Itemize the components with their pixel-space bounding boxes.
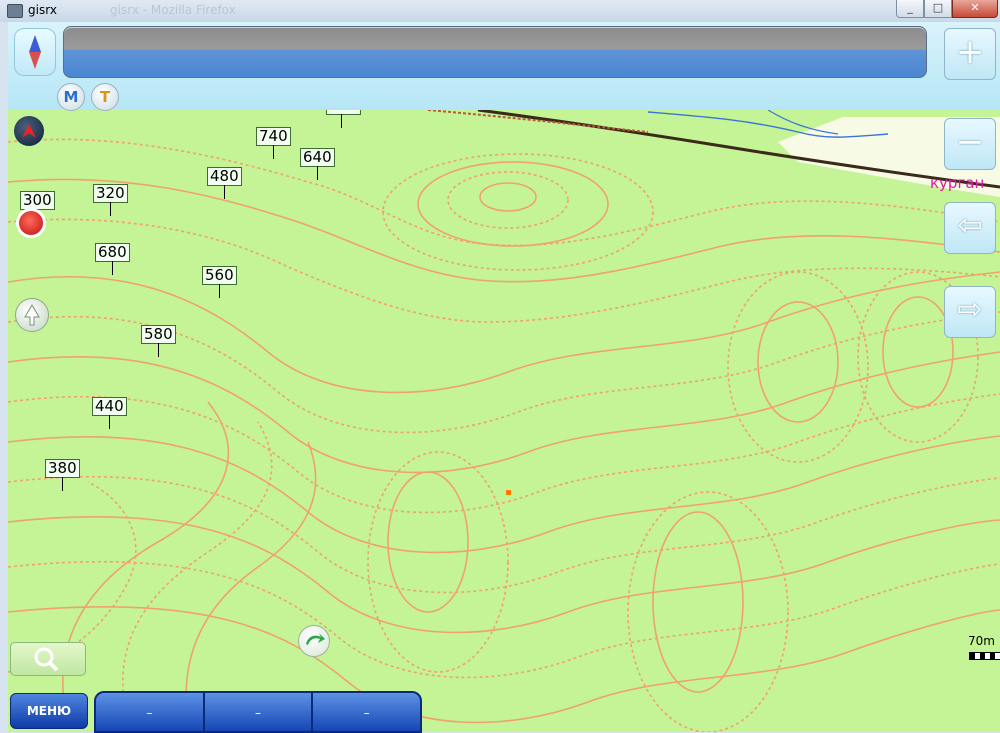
faded-window-title: gisrx - Mozilla Firefox bbox=[110, 3, 236, 17]
contour-label: 680 bbox=[95, 243, 130, 262]
search-icon bbox=[34, 647, 59, 672]
bottom-tab-1[interactable]: – bbox=[96, 693, 205, 731]
close-button[interactable]: ✕ bbox=[952, 0, 998, 18]
zoom-out-button[interactable]: − bbox=[944, 118, 996, 170]
bottom-tab-3[interactable]: – bbox=[313, 693, 420, 731]
contour-lines bbox=[8, 108, 1000, 732]
progress-bar bbox=[63, 26, 927, 78]
label-tick bbox=[62, 477, 63, 491]
menu-button[interactable]: МЕНЮ bbox=[10, 693, 88, 729]
maximize-button[interactable]: □ bbox=[924, 0, 952, 18]
mode-t-button[interactable]: T bbox=[91, 83, 119, 111]
label-tick bbox=[273, 145, 274, 159]
contour-label: 640 bbox=[300, 148, 335, 167]
label-tick bbox=[158, 343, 159, 357]
window-titlebar: gisrx gisrx - Mozilla Firefox _ □ ✕ bbox=[0, 0, 1000, 22]
contour-label: 560 bbox=[202, 266, 237, 285]
label-tick bbox=[112, 261, 113, 275]
window-title: gisrx bbox=[28, 3, 57, 17]
mode-m-button[interactable]: M bbox=[57, 83, 85, 111]
contour-label: 440 bbox=[92, 397, 127, 416]
label-tick bbox=[341, 114, 342, 128]
window-controls: _ □ ✕ bbox=[896, 0, 998, 18]
label-tick bbox=[110, 202, 111, 216]
contour-label: 480 bbox=[207, 167, 242, 186]
north-up-icon[interactable] bbox=[15, 298, 49, 332]
search-button[interactable] bbox=[10, 642, 86, 676]
contour-label: 300 bbox=[20, 191, 55, 210]
scale-bar bbox=[969, 652, 1000, 660]
contour-label: 580 bbox=[141, 325, 176, 344]
contour-label: 380 bbox=[45, 459, 80, 478]
minimize-button[interactable]: _ bbox=[896, 0, 924, 18]
top-toolbar: + M T bbox=[8, 22, 1000, 111]
gps-arrow-icon[interactable] bbox=[298, 625, 330, 657]
compass-icon bbox=[29, 35, 41, 69]
compass-button[interactable] bbox=[14, 28, 56, 76]
label-tick bbox=[224, 185, 225, 199]
label-tick bbox=[317, 166, 318, 180]
scale-label: 70m bbox=[968, 634, 995, 648]
record-icon[interactable] bbox=[16, 208, 46, 238]
place-label: курган bbox=[930, 174, 985, 192]
contour-label: 320 bbox=[93, 184, 128, 203]
zoom-in-button[interactable]: + bbox=[944, 28, 996, 80]
bottom-tab-2[interactable]: – bbox=[205, 693, 314, 731]
tracking-icon[interactable] bbox=[14, 116, 44, 146]
position-marker bbox=[506, 490, 511, 495]
label-tick bbox=[109, 415, 110, 429]
app-icon bbox=[7, 4, 23, 18]
map-view[interactable]: 400 740 640 480 320 300 680 560 580 440 … bbox=[8, 22, 1000, 732]
forward-button[interactable]: ⇨ bbox=[944, 286, 996, 338]
label-tick bbox=[219, 284, 220, 298]
contour-label: 740 bbox=[256, 127, 291, 146]
back-button[interactable]: ⇦ bbox=[944, 202, 996, 254]
bottom-tab-bar: – – – bbox=[94, 691, 422, 733]
